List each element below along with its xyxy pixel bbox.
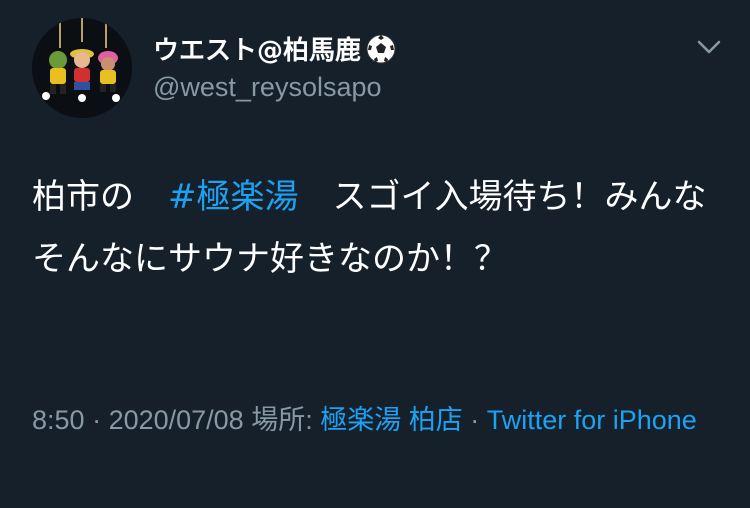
chevron-down-icon[interactable]: [695, 37, 723, 57]
meta-separator: ·: [462, 405, 487, 435]
tweet-text-before: 柏市の: [32, 177, 168, 217]
tweet-date: 2020/07/08: [108, 405, 244, 435]
tweet-detail: ウエスト@柏馬鹿 @west_reysolsapo 柏市の #極楽湯 スゴイ入場…: [0, 0, 750, 508]
soccer-ball-icon: [366, 34, 396, 63]
tweet-time: 8:50: [32, 405, 85, 435]
user-handle[interactable]: @west_reysolsapo: [153, 72, 382, 103]
source-link[interactable]: Twitter for iPhone: [487, 405, 697, 435]
avatar-image: [32, 18, 132, 118]
tweet-text: 柏市の #極楽湯 スゴイ入場待ち！みんなそんなにサウナ好きなのか！？: [32, 166, 722, 290]
tweet-meta: 8:50 · 2020/07/08 場所: 極楽湯 柏店 · Twitter f…: [32, 392, 722, 448]
meta-separator: ·: [84, 405, 109, 435]
place-link[interactable]: 極楽湯 柏店: [320, 405, 463, 435]
display-name-row[interactable]: ウエスト@柏馬鹿: [153, 30, 397, 67]
avatar[interactable]: [32, 18, 132, 118]
place-prefix: 場所:: [243, 405, 321, 435]
hashtag-link[interactable]: #極楽湯: [168, 177, 299, 217]
display-name: ウエスト@柏馬鹿: [153, 36, 362, 66]
